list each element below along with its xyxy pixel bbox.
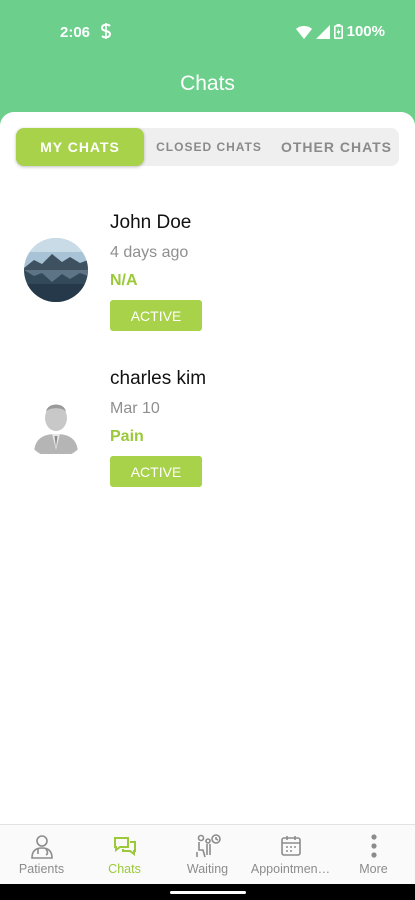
status-badge: ACTIVE bbox=[110, 456, 202, 487]
nav-label: Waiting bbox=[186, 862, 229, 876]
chat-topic: Pain bbox=[110, 428, 144, 445]
signal-icon bbox=[315, 24, 330, 39]
page-title: Chats bbox=[180, 72, 235, 95]
chat-list-item[interactable]: charles kim Mar 10 Pain ACTIVE bbox=[0, 364, 415, 494]
avatar bbox=[24, 394, 88, 458]
content-sheet: MY CHATS CLOSED CHATS OTHER CHATS John D… bbox=[0, 112, 415, 900]
calendar-icon bbox=[278, 833, 304, 859]
chat-name: charles kim bbox=[110, 368, 207, 389]
tab-my-chats[interactable]: MY CHATS bbox=[16, 128, 144, 166]
status-bar: 2:06 100% bbox=[0, 0, 415, 64]
nav-item-patients[interactable]: Patients bbox=[0, 825, 83, 885]
doctor-icon bbox=[29, 833, 55, 859]
battery-icon bbox=[333, 24, 343, 39]
chat-name: John Doe bbox=[110, 212, 192, 233]
avatar bbox=[24, 238, 88, 302]
waiting-icon bbox=[195, 833, 221, 859]
bottom-nav: Patients Chats Waiting Appointmen… More bbox=[0, 824, 415, 884]
nav-label: More bbox=[359, 862, 388, 876]
wifi-icon bbox=[295, 25, 312, 39]
chat-list-item[interactable]: John Doe 4 days ago N/A ACTIVE bbox=[0, 208, 415, 338]
home-gesture-handle[interactable] bbox=[170, 891, 246, 894]
chat-icon bbox=[112, 833, 138, 859]
system-gesture-bar bbox=[0, 884, 415, 900]
nav-item-more[interactable]: More bbox=[332, 825, 415, 885]
chat-tabs: MY CHATS CLOSED CHATS OTHER CHATS bbox=[16, 128, 399, 166]
battery-level: 100% bbox=[346, 23, 385, 40]
nav-item-chats[interactable]: Chats bbox=[83, 825, 166, 885]
nav-label: Patients bbox=[18, 862, 65, 876]
more-vertical-icon bbox=[361, 833, 387, 859]
nav-item-appointments[interactable]: Appointmen… bbox=[249, 825, 332, 885]
tab-closed-chats[interactable]: CLOSED CHATS bbox=[150, 128, 268, 166]
nav-label: Appointmen… bbox=[250, 862, 331, 876]
status-icons: 100% bbox=[295, 23, 385, 40]
status-time: 2:06 bbox=[60, 24, 91, 41]
chat-time: 4 days ago bbox=[110, 244, 189, 261]
status-badge: ACTIVE bbox=[110, 300, 202, 331]
tab-other-chats[interactable]: OTHER CHATS bbox=[274, 128, 399, 166]
nav-label: Chats bbox=[108, 862, 141, 876]
chat-time: Mar 10 bbox=[110, 400, 160, 417]
chat-topic: N/A bbox=[110, 272, 138, 289]
sim-icon bbox=[100, 23, 112, 43]
nav-item-waiting[interactable]: Waiting bbox=[166, 825, 249, 885]
